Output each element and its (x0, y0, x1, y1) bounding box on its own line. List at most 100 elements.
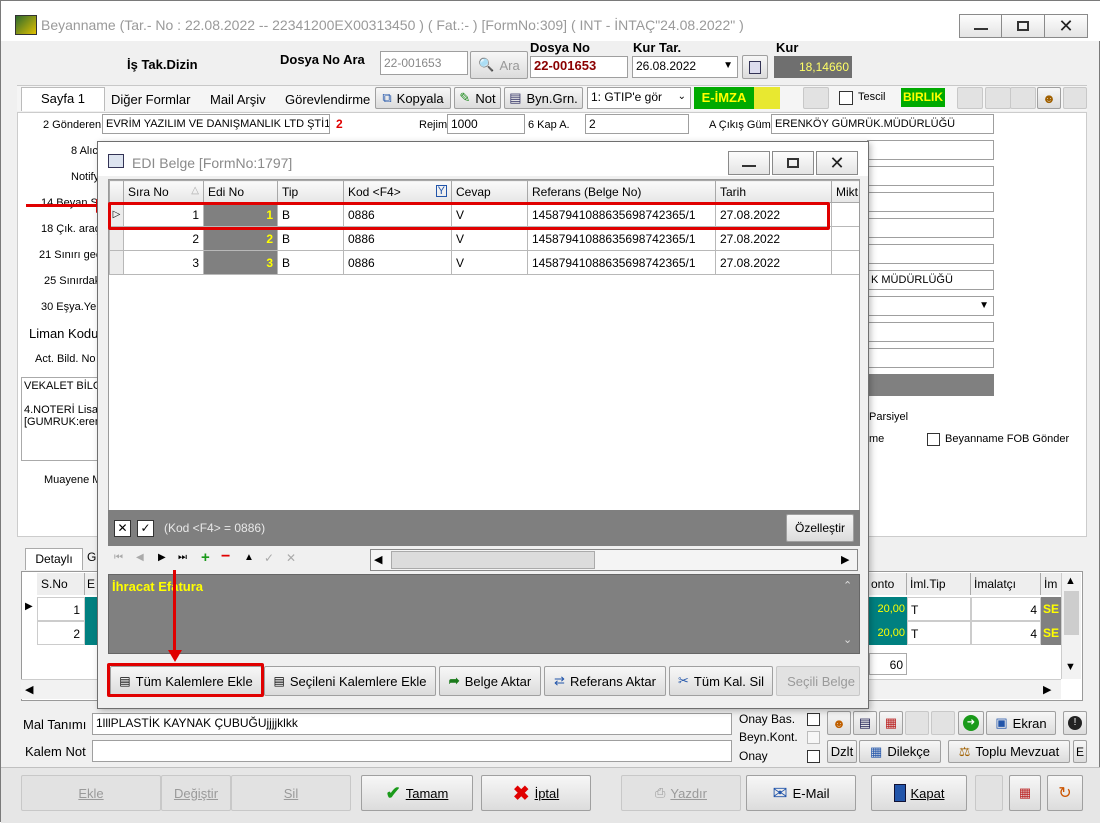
detail-row-2-im[interactable]: SE (1041, 621, 1061, 645)
edi-header-edi-no[interactable]: Edi No (203, 180, 278, 203)
dzlt-button[interactable]: Dzlt (827, 740, 857, 763)
nav-last-icon[interactable]: ⏭ (178, 552, 187, 563)
email-button[interactable]: ✉ E-Mail (746, 775, 856, 811)
dialog-minimize-button[interactable] (728, 151, 770, 175)
nav-next-icon[interactable]: ▶ (158, 552, 166, 563)
detail-header-iml-tip[interactable]: İml.Tip (907, 573, 971, 595)
right-field-6[interactable] (867, 322, 994, 342)
toolbar-gray-button-2[interactable] (985, 87, 1011, 109)
right-field-4[interactable] (867, 218, 994, 238)
cell-edi[interactable]: 2 (203, 226, 278, 251)
ekle-button[interactable]: Ekle (21, 775, 161, 811)
cell-tarih[interactable]: 27.08.2022 (715, 226, 832, 251)
scroll-right-icon[interactable]: ▶ (1043, 683, 1051, 696)
kalem-not-input[interactable] (92, 740, 732, 762)
info-button[interactable]: ! (1063, 711, 1087, 735)
cell-kod[interactable]: 0886 (343, 250, 452, 275)
cell-tarih[interactable]: 27.08.2022 (715, 250, 832, 275)
scroll-left-icon[interactable]: ◀ (374, 553, 382, 566)
referans-aktar-button[interactable]: ⇄ Referans Aktar (544, 666, 666, 696)
tamam-button[interactable]: ✔ Tamam (361, 775, 473, 811)
edi-header-cevap[interactable]: Cevap (451, 180, 528, 203)
cell-referans[interactable]: 14587941088635698742365/1 (527, 250, 716, 275)
nav-delete-icon[interactable]: − (221, 548, 230, 566)
detail-header-sno[interactable]: S.No (37, 573, 85, 595)
scroll-right-icon[interactable]: ▶ (841, 553, 849, 566)
table-row[interactable]: 2 2 B 0886 V 14587941088635698742365/1 2… (109, 226, 859, 251)
cell-kod[interactable]: 0886 (343, 226, 452, 251)
scroll-down-icon[interactable]: ⌄ (843, 633, 852, 646)
secileni-kalemlere-ekle-button[interactable]: ▤ Seçileni Kalemlere Ekle (264, 666, 436, 696)
tab-sayfa1[interactable]: Sayfa 1 (21, 87, 105, 111)
cell-edi[interactable]: 3 (203, 250, 278, 275)
mal-tanimi-input[interactable]: 1lllPLASTİK KAYNAK ÇUBUĞUjjjjklkk (92, 713, 732, 735)
go-button[interactable]: ➜ (958, 711, 984, 735)
tescil-checkbox[interactable] (839, 91, 853, 105)
e-button-partial[interactable]: E (1073, 740, 1087, 763)
detail-row-1-imalatci[interactable]: 4 (971, 597, 1041, 621)
tab-gorevlendirme[interactable]: Görevlendirme (281, 88, 373, 110)
nav-cancel-icon[interactable]: ✕ (286, 551, 296, 565)
e-imza-side[interactable] (754, 87, 780, 109)
detail-vscroll[interactable]: ▲ ▼ (1061, 573, 1081, 679)
detail-header-imalatci[interactable]: İmalatçı (971, 573, 1041, 595)
cell-cevap[interactable]: V (451, 250, 528, 275)
kapat-button[interactable]: Kapat (871, 775, 967, 811)
calculator-button[interactable]: ▦ (1009, 775, 1041, 811)
cell-sira[interactable]: 2 (123, 226, 204, 251)
right-select[interactable]: ▼ (867, 296, 994, 316)
right-field-5[interactable] (867, 244, 994, 264)
secili-belge-button[interactable]: Seçili Belge (776, 666, 860, 696)
degistir-button[interactable]: Değiştir (161, 775, 231, 811)
vekalet-memo[interactable]: VEKALET BİLG 4.NOTERİ Lisa [GUMRUK:eren (21, 377, 101, 461)
gtip-select[interactable]: 1: GTIP'e gör ⌄ (587, 87, 691, 109)
kap-input[interactable]: 2 (585, 114, 689, 134)
kur-tar-select[interactable]: 26.08.2022 ▼ (632, 56, 738, 78)
bottom-gray-button-1[interactable] (905, 711, 929, 735)
nav-edit-icon[interactable]: ▲ (244, 552, 254, 563)
cell-miktar[interactable] (831, 250, 859, 275)
edi-header-miktar[interactable]: Mikt (831, 180, 859, 203)
kopyala-button[interactable]: ⧉ Kopyala (375, 87, 451, 109)
nav-prior-icon[interactable]: ◀ (136, 552, 144, 563)
scroll-up-icon[interactable]: ⌃ (843, 579, 852, 592)
detail-row-1-im[interactable]: SE (1041, 597, 1061, 621)
is-tak-dizin-label[interactable]: İş Tak.Dizin (127, 57, 198, 72)
detail-row-2-imalatci[interactable]: 4 (971, 621, 1041, 645)
toolbar-people-button[interactable]: ☻ (1037, 87, 1061, 109)
tab-diger-formlar[interactable]: Diğer Formlar (107, 88, 194, 110)
cell-tip[interactable]: B (277, 226, 344, 251)
sil-button[interactable]: Sil (231, 775, 351, 811)
right-field-1[interactable] (867, 140, 994, 160)
detail-row-1-sno[interactable]: 1 (37, 597, 85, 621)
ekran-button[interactable]: ▣ Ekran (986, 711, 1056, 735)
cikis-gum-input[interactable]: ERENKÖY GÜMRÜK.MÜDÜRLÜĞÜ (771, 114, 994, 134)
rejim-input[interactable]: 1000 (447, 114, 525, 134)
not-button[interactable]: ✎ Not (454, 87, 501, 109)
nav-first-icon[interactable]: ⏮ (114, 552, 123, 563)
edi-header-referans[interactable]: Referans (Belge No) (527, 180, 716, 203)
cell-tip[interactable]: B (277, 250, 344, 275)
onay-checkbox[interactable] (807, 750, 820, 763)
detail-row-2-iml-tip[interactable]: T (907, 621, 971, 645)
cell-cevap[interactable]: V (451, 226, 528, 251)
e-imza-button[interactable]: E-İMZA (694, 87, 754, 109)
belge-aktar-button[interactable]: ➦ Belge Aktar (439, 666, 541, 696)
calendar-button[interactable] (742, 55, 768, 79)
dosya-no-ara-input[interactable]: 22-001653 (380, 51, 468, 75)
detail-row-1-iml-tip[interactable]: T (907, 597, 971, 621)
dilekce-button[interactable]: ▦ Dilekçe (859, 740, 941, 763)
scroll-thumb[interactable] (1064, 591, 1079, 635)
right-mudurluk-field[interactable]: K MÜDÜRLÜĞÜ (867, 270, 994, 290)
tum-kal-sil-button[interactable]: ✂ Tüm Kal. Sil (669, 666, 773, 696)
beyn-kont-checkbox[interactable] (807, 731, 820, 744)
bottom-gray-button-2[interactable] (931, 711, 955, 735)
tab-mail-arsiv[interactable]: Mail Arşiv (206, 88, 270, 110)
database-button[interactable]: ▦ (879, 711, 903, 735)
filter-clear-button[interactable]: ✕ (114, 520, 131, 537)
maximize-button[interactable] (1001, 14, 1045, 38)
iptal-button[interactable]: ✖ İptal (481, 775, 591, 811)
dialog-close-button[interactable]: ✕ (816, 151, 858, 175)
right-field-7[interactable] (867, 348, 994, 368)
nav-hscroll[interactable]: ◀ ▶ (370, 549, 858, 571)
